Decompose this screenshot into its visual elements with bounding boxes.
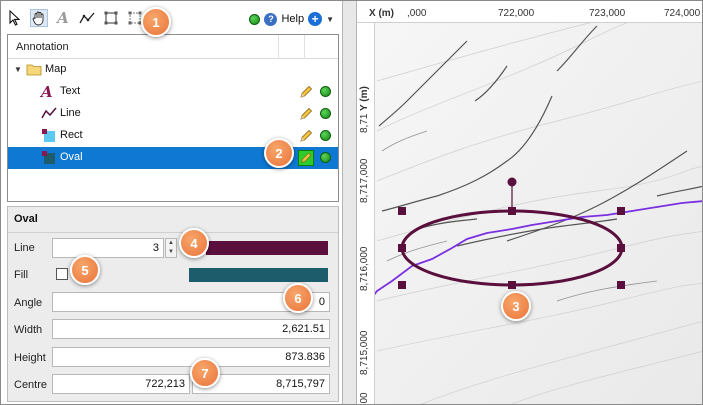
- line-color-swatch[interactable]: [206, 241, 328, 255]
- edit-pencil-icon[interactable]: [298, 106, 314, 122]
- oval-annotation-icon: [41, 150, 57, 169]
- x-tick-label: ,000: [407, 8, 427, 19]
- oval-annotation[interactable]: [400, 209, 624, 287]
- help-area: ? Help + ▼: [249, 9, 334, 29]
- toolbar: A ? Help + ▼: [6, 5, 338, 31]
- panel-splitter[interactable]: [342, 1, 357, 404]
- angle-label: Angle: [14, 297, 43, 309]
- y-axis-ruler: Y (m) 8,71 8,717,000 8,716,000 8,715,000…: [357, 23, 375, 404]
- resize-handle[interactable]: [398, 207, 406, 215]
- fill-label: Fill: [14, 269, 29, 281]
- add-plus-icon[interactable]: +: [308, 12, 323, 26]
- centre-x-field[interactable]: 722,213: [52, 374, 190, 394]
- visible-status-icon[interactable]: [320, 86, 331, 97]
- visible-status-icon[interactable]: [320, 108, 331, 119]
- status-green-icon: [249, 13, 261, 25]
- map-view[interactable]: X (m) ,000 722,000 723,000 724,000 Y (m)…: [357, 1, 703, 404]
- x-tick-label: 722,000: [498, 8, 535, 19]
- annotation-panel: A ? Help + ▼ Annotation ▼ Map A Text Lin…: [1, 1, 342, 404]
- tree-root-map[interactable]: ▼ Map: [8, 59, 338, 81]
- help-question-icon[interactable]: ?: [264, 12, 278, 26]
- callout-badge: 2: [264, 138, 294, 168]
- callout-badge: 5: [70, 255, 100, 285]
- width-field[interactable]: 2,621.51: [52, 319, 330, 339]
- rectangle-tool-icon[interactable]: [102, 9, 120, 27]
- resize-handle[interactable]: [617, 207, 625, 215]
- properties-title: Oval: [14, 213, 38, 225]
- x-axis-ruler: X (m) ,000 722,000 723,000 724,000: [357, 1, 702, 23]
- callout-badge: 1: [141, 7, 171, 37]
- y-tick-label: 8,715,000: [359, 330, 370, 376]
- height-label: Height: [14, 352, 46, 364]
- visible-status-icon[interactable]: [320, 152, 331, 163]
- line-annotation-icon: [41, 106, 57, 123]
- annotation-tree: Annotation ▼ Map A Text Line Rect Oval: [7, 34, 339, 202]
- application-window: A ? Help + ▼ Annotation ▼ Map A Text Lin…: [0, 0, 703, 405]
- tree-header-label: Annotation: [16, 40, 69, 53]
- x-tick-label: 723,000: [589, 8, 626, 19]
- fill-checkbox[interactable]: [56, 268, 68, 280]
- width-label: Width: [14, 324, 43, 336]
- select-arrow-icon[interactable]: [6, 9, 24, 27]
- resize-handle[interactable]: [508, 281, 516, 289]
- text-tool-icon[interactable]: A: [54, 9, 72, 27]
- expand-arrow-icon[interactable]: ▼: [14, 65, 22, 74]
- height-field[interactable]: 873.836: [52, 347, 330, 367]
- resize-handle[interactable]: [508, 207, 516, 215]
- tree-item-label: Oval: [60, 151, 83, 163]
- y-tick-label: 8,71: [359, 113, 370, 133]
- x-tick-label: 724,000: [664, 8, 701, 19]
- callout-badge: 3: [501, 291, 531, 321]
- folder-icon: [26, 63, 42, 79]
- line-annotation[interactable]: [361, 200, 703, 312]
- line-label: Line: [14, 242, 35, 254]
- text-annotation-icon: A: [41, 83, 53, 101]
- visible-status-icon[interactable]: [320, 130, 331, 141]
- x-axis-label: X (m): [369, 8, 394, 19]
- y-tick-label: 8,717,000: [359, 158, 370, 204]
- callout-badge: 4: [179, 228, 209, 258]
- tree-item-text[interactable]: A Text: [8, 81, 338, 103]
- y-tick-label: 8,716,000: [359, 246, 370, 292]
- help-label[interactable]: Help: [281, 13, 304, 25]
- centre-label: Centre: [14, 379, 48, 391]
- resize-handle[interactable]: [398, 244, 406, 252]
- rect-annotation-icon: [41, 128, 57, 147]
- tree-item-line[interactable]: Line: [8, 103, 338, 125]
- y-tick-label: 14,000: [359, 392, 370, 404]
- rotate-handle[interactable]: [507, 177, 517, 187]
- line-width-field[interactable]: 3: [52, 238, 164, 258]
- polyline-tool-icon[interactable]: [78, 9, 96, 27]
- resize-handle[interactable]: [617, 244, 625, 252]
- callout-badge: 6: [283, 283, 313, 313]
- dropdown-arrow-icon[interactable]: ▼: [326, 15, 334, 24]
- resize-handle[interactable]: [617, 281, 625, 289]
- tree-header: Annotation: [8, 35, 338, 59]
- edit-pencil-icon[interactable]: [298, 128, 314, 144]
- tree-item-label: Rect: [60, 129, 83, 141]
- map-annotations-layer: [361, 177, 703, 312]
- tree-item-label: Line: [60, 107, 81, 119]
- tree-root-label: Map: [45, 63, 67, 75]
- pan-hand-icon[interactable]: [30, 9, 48, 27]
- fill-color-swatch[interactable]: [189, 268, 328, 282]
- resize-handle[interactable]: [398, 281, 406, 289]
- callout-badge: 7: [190, 358, 220, 388]
- edit-pencil-icon[interactable]: [298, 150, 314, 166]
- tree-item-label: Text: [60, 85, 81, 97]
- y-axis-label: Y (m): [359, 86, 370, 111]
- edit-pencil-icon[interactable]: [298, 84, 314, 100]
- line-width-spinner[interactable]: ▲ ▼: [165, 238, 177, 258]
